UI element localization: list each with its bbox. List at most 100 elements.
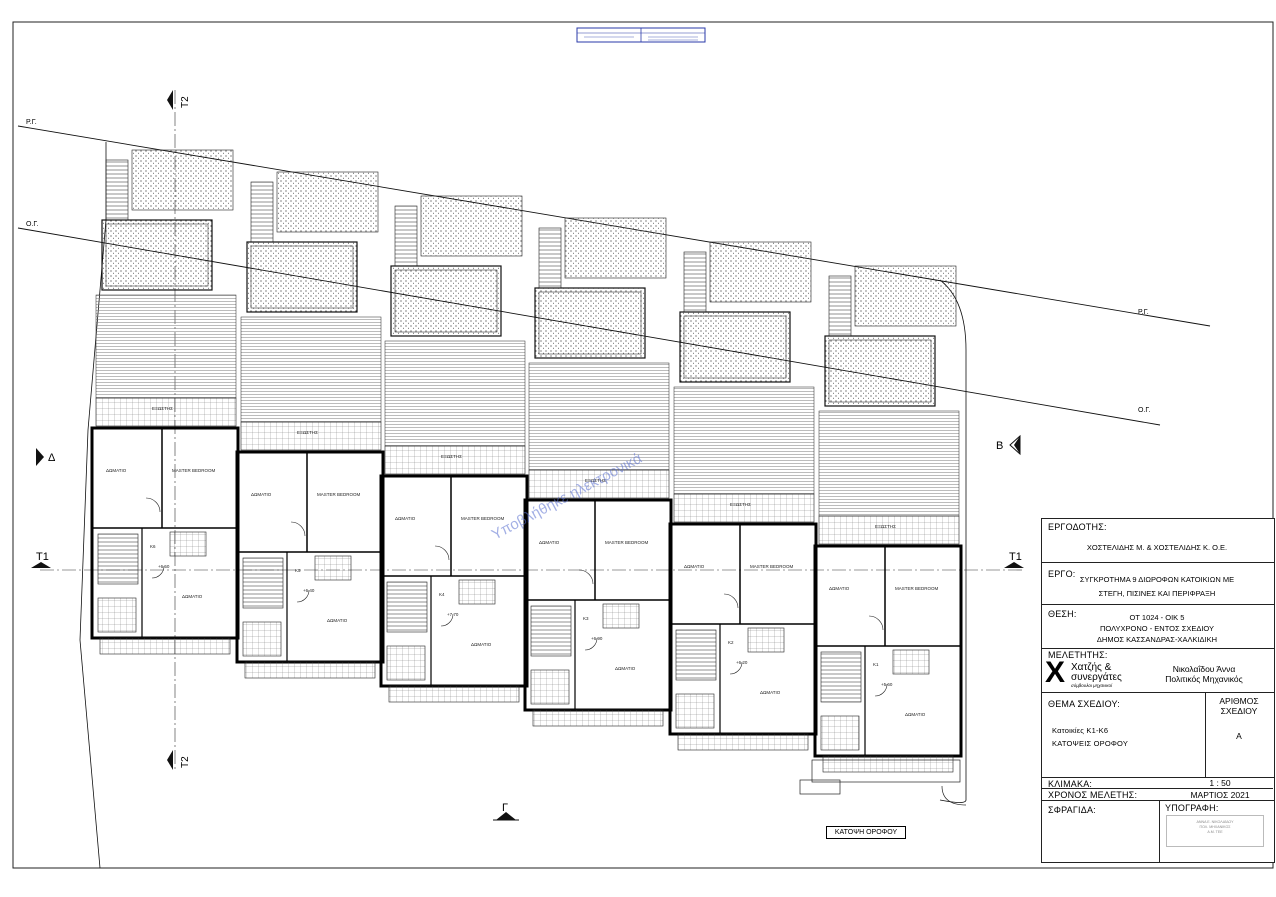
engineer-stamp: ΑΝΝΑ Ε. ΝΙΚΟΛΑΪΔΟΥ ΠΟΛ. ΜΗΧΑΝΙΚΟΣ Α.Μ. ΤΕΕ bbox=[1166, 815, 1264, 847]
balcony bbox=[673, 493, 815, 523]
scale-rule bbox=[1041, 788, 1273, 789]
project-line-2: ΣΤΕΓΗ, ΠΙΣΙΝΕΣ ΚΑΙ ΠΕΡΙΦΡΑΞΗ bbox=[1098, 589, 1216, 598]
client-value: ΧΟΣΤΕΛΙΔΗΣ Μ. & ΧΟΣΤΕΛΙΔΗΣ Κ. Ο.Ε. bbox=[1086, 543, 1228, 552]
header-table bbox=[576, 27, 706, 43]
pool bbox=[679, 311, 791, 383]
room-label: ΔΩΜΑΤΙΟ bbox=[327, 618, 348, 623]
section-t1-label-left: T1 bbox=[36, 551, 49, 563]
balcony bbox=[818, 515, 960, 545]
bathroom bbox=[602, 603, 640, 629]
outdoor-stairs bbox=[394, 205, 418, 267]
garden-area bbox=[420, 195, 523, 257]
subject-line-1: Κατοικίες Κ1-Κ6 bbox=[1052, 726, 1109, 735]
bathroom-2 bbox=[386, 645, 426, 681]
subject-line-2: ΚΑΤΟΨΕΙΣ ΟΡΟΦΟΥ bbox=[1052, 739, 1129, 748]
engineer-name: Νικολαΐδου Άννα bbox=[1172, 664, 1236, 674]
deck bbox=[240, 316, 382, 423]
level-mark: +6.40 bbox=[303, 588, 315, 593]
number-label-1: ΑΡΙΘΜΟΣ bbox=[1219, 696, 1259, 706]
room-label: ΔΩΜΑΤΙΟ bbox=[760, 690, 781, 695]
unit-code: K5 bbox=[295, 568, 301, 573]
firm-name-line-2: συνεργάτες bbox=[1071, 672, 1122, 683]
bathroom bbox=[314, 555, 352, 581]
date-label: ΧΡΟΝΟΣ ΜΕΛΕΤΗΣ: bbox=[1048, 790, 1138, 800]
pool bbox=[824, 335, 936, 407]
drawing-caption: ΚΑΤΟΨΗ ΟΡΟΦΟΥ bbox=[826, 826, 906, 839]
stamp-text: ΑΝΝΑ Ε. ΝΙΚΟΛΑΪΔΟΥ ΠΟΛ. ΜΗΧΑΝΙΚΟΣ Α.Μ. ΤΕΕ bbox=[1196, 820, 1234, 834]
section-t1-label-right: T1 bbox=[1009, 551, 1022, 563]
project-line-1: ΣΥΓΚΡΟΤΗΜΑ 9 ΔΙΩΡΟΦΩΝ ΚΑΤΟΙΚΙΩΝ ΜΕ bbox=[1079, 575, 1235, 584]
titleblock-project-cell bbox=[1041, 562, 1275, 606]
garden-area bbox=[854, 265, 957, 327]
deck bbox=[673, 386, 815, 495]
bathroom bbox=[892, 649, 930, 675]
level-mark: +7.70 bbox=[447, 612, 459, 617]
room-label: ΔΩΜΑΤΙΟ bbox=[471, 642, 492, 647]
subject-label: ΘΕΜΑ ΣΧΕΔΙΟΥ: bbox=[1048, 699, 1120, 709]
room-label: ΔΩΜΑΤΙΟ bbox=[251, 492, 272, 497]
outdoor-stairs bbox=[250, 181, 274, 243]
number-value: Α bbox=[1236, 731, 1242, 741]
balcony-label: ΕΞΩΣΤΗΣ bbox=[297, 430, 318, 435]
section-t2-label-bottom: T2 bbox=[180, 756, 191, 768]
client-label: ΕΡΓΟΔΟΤΗΣ: bbox=[1048, 522, 1107, 532]
master-bedroom-label: MASTER BEDROOM bbox=[172, 468, 216, 473]
outdoor-stairs bbox=[828, 275, 852, 337]
interior-stair bbox=[820, 651, 862, 703]
bathroom-2 bbox=[530, 669, 570, 705]
entrance-paving bbox=[244, 661, 376, 679]
master-bedroom-label: MASTER BEDROOM bbox=[605, 540, 649, 545]
door-swing bbox=[723, 593, 739, 609]
outdoor-stairs bbox=[105, 159, 129, 221]
section-t2-label-top: T2 bbox=[180, 96, 191, 108]
room-label: ΔΩΜΑΤΙΟ bbox=[905, 712, 926, 717]
garden-area bbox=[131, 149, 234, 211]
room-label: ΔΩΜΑΤΙΟ bbox=[829, 586, 850, 591]
unit-code: K4 bbox=[439, 592, 445, 597]
level-mark: +5.60 bbox=[881, 682, 893, 687]
balcony-label: ΕΞΩΣΤΗΣ bbox=[730, 502, 751, 507]
firm-logo: X Χατζής & συνεργάτες σύμβουλοι μηχανικο… bbox=[1045, 656, 1135, 690]
balcony bbox=[384, 445, 526, 475]
unit-k2: ΕΞΩΣΤΗΣ ΔΩΜΑΤΙΟ MASTER BEDROOM ΔΩΜΑΤΙΟ K2 +6.… bbox=[668, 241, 818, 751]
balcony-label: ΕΞΩΣΤΗΣ bbox=[441, 454, 462, 459]
door-swing bbox=[578, 569, 594, 585]
deck bbox=[528, 362, 670, 471]
unit-code: K6 bbox=[150, 544, 156, 549]
unit-code: K2 bbox=[728, 640, 734, 645]
property-line-label-right: Ρ.Γ. bbox=[1138, 309, 1149, 316]
pool bbox=[534, 287, 646, 359]
entrance-paving bbox=[532, 709, 664, 727]
deck bbox=[384, 340, 526, 447]
location-line-1: ΟΤ 1024 - ΟΙΚ 5 bbox=[1129, 613, 1185, 622]
master-bedroom-label: MASTER BEDROOM bbox=[750, 564, 794, 569]
unit-code: K1 bbox=[873, 662, 879, 667]
room-label: ΔΩΜΑΤΙΟ bbox=[395, 516, 416, 521]
balcony-label: ΕΞΩΣΤΗΣ bbox=[152, 406, 173, 411]
outdoor-stairs bbox=[683, 251, 707, 313]
building-line-label-right: Ο.Γ. bbox=[1138, 407, 1150, 414]
signature-label: ΥΠΟΓΡΑΦΗ: bbox=[1165, 803, 1219, 813]
bathroom bbox=[169, 531, 207, 557]
interior-stair bbox=[675, 629, 717, 681]
balcony-label: ΕΞΩΣΤΗΣ bbox=[875, 524, 896, 529]
level-mark: +6.20 bbox=[736, 660, 748, 665]
building-line-label-left: Ο.Γ. bbox=[26, 221, 38, 228]
interior-stair bbox=[242, 557, 284, 609]
room-label: ΔΩΜΑΤΙΟ bbox=[106, 468, 127, 473]
entrance-paving bbox=[99, 637, 231, 655]
level-mark: +6.90 bbox=[591, 636, 603, 641]
section-beta-label: B bbox=[996, 440, 1003, 452]
unit-code: K3 bbox=[583, 616, 589, 621]
location-line-3: ΔΗΜΟΣ ΚΑΣΣΑΝΔΡΑΣ-ΧΑΛΚΙΔΙΚΗ bbox=[1096, 635, 1218, 644]
unit-k5: ΕΞΩΣΤΗΣ ΔΩΜΑΤΙΟ MASTER BEDROOM ΔΩΜΑΤΙΟ K5 +6.… bbox=[235, 171, 385, 679]
engineer-title: Πολιτικός Μηχανικός bbox=[1165, 674, 1243, 684]
balcony bbox=[240, 421, 382, 451]
scale-value: 1 : 50 bbox=[1209, 778, 1231, 788]
bathroom-2 bbox=[242, 621, 282, 657]
section-gamma-label: Γ bbox=[502, 802, 508, 814]
section-delta-label: Δ bbox=[48, 452, 56, 464]
garden-area bbox=[709, 241, 812, 303]
pool bbox=[101, 219, 213, 291]
pool bbox=[246, 241, 358, 313]
